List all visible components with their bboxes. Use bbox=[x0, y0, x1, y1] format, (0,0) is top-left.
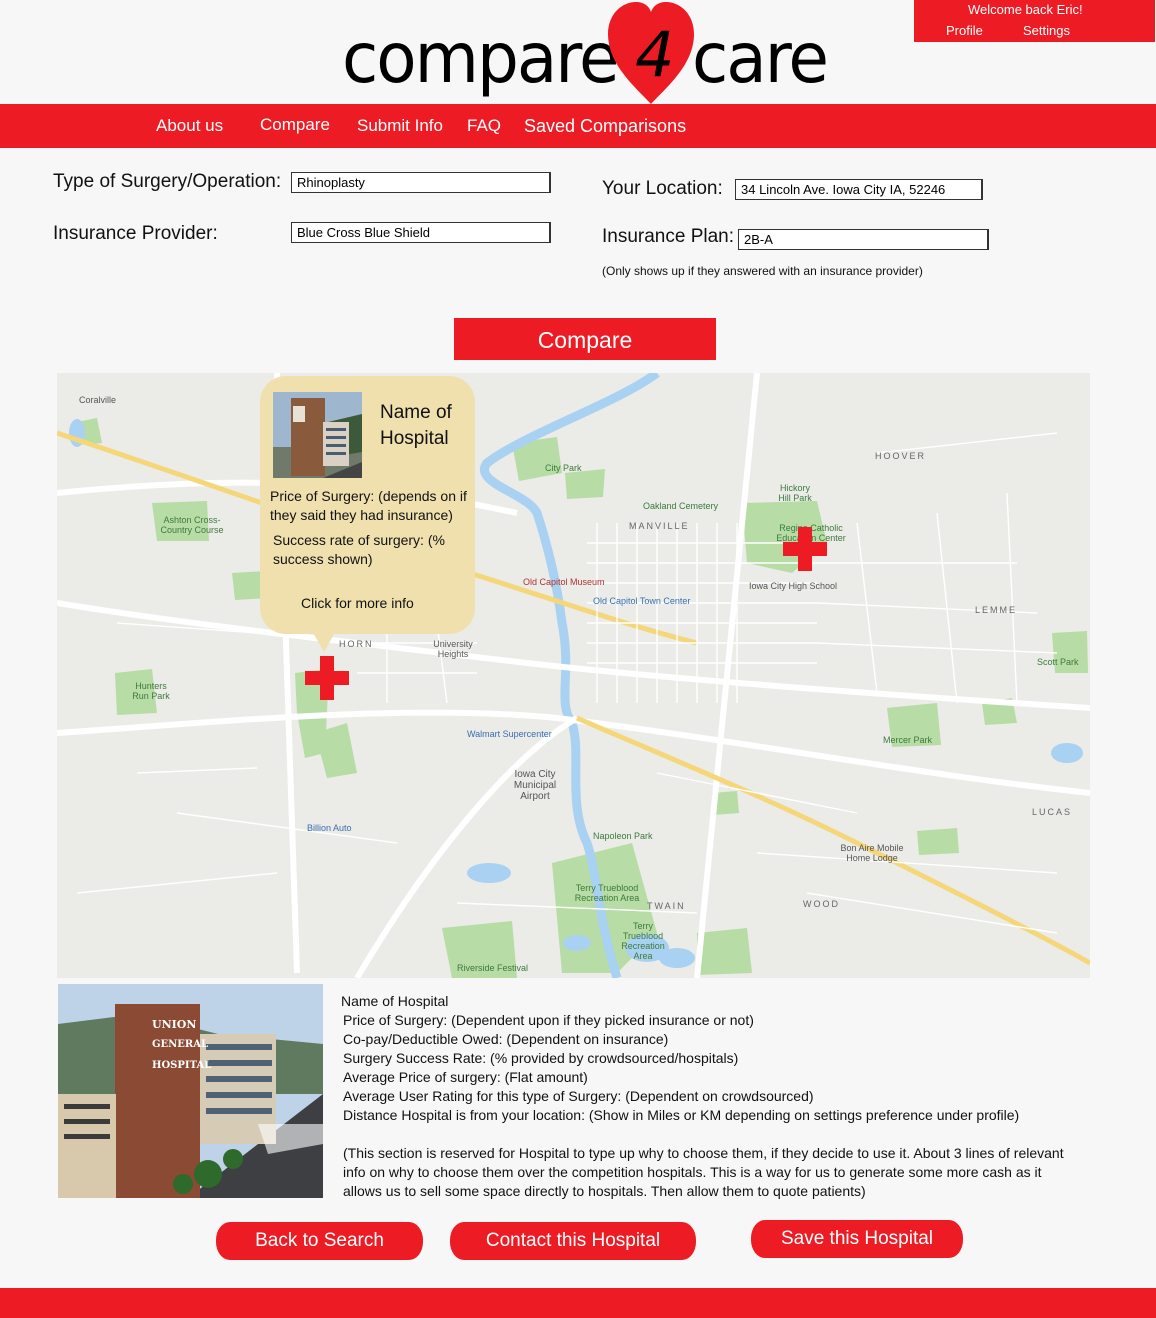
nav-compare[interactable]: Compare bbox=[260, 115, 330, 135]
details-average-rating: Average User Rating for this type of Sur… bbox=[343, 1088, 814, 1104]
map-label-twain: TWAIN bbox=[647, 901, 686, 911]
map-label-mercer-park: Mercer Park bbox=[883, 735, 933, 745]
contact-hospital-button[interactable]: Contact this Hospital bbox=[450, 1222, 696, 1260]
logo-word-care: care bbox=[692, 18, 829, 99]
map-label-billion-auto: Billion Auto bbox=[307, 823, 352, 833]
hospital-sign-line-2: GENERAL bbox=[152, 1039, 209, 1050]
hospital-sign-line-1: UNION bbox=[152, 1018, 197, 1031]
location-label: Your Location: bbox=[602, 178, 723, 199]
map-label-terry-trueblood: Terry Trueblood Recreation Area bbox=[574, 883, 640, 903]
logo-word-compare: compare bbox=[342, 18, 620, 99]
main-nav: About us Compare Submit Info FAQ Saved C… bbox=[0, 104, 1156, 148]
map-label-hunters-run: Hunters Run Park bbox=[132, 681, 170, 701]
map-label-horn: HORN bbox=[339, 639, 374, 649]
insurance-provider-label: Insurance Provider: bbox=[53, 223, 218, 244]
map-label-city-park: City Park bbox=[545, 463, 582, 473]
hospital-sign-line-3: HOSPITAL bbox=[152, 1060, 212, 1071]
details-success-rate: Surgery Success Rate: (% provided by cro… bbox=[343, 1050, 739, 1066]
surgery-input[interactable]: Rhinoplasty bbox=[291, 172, 551, 193]
map-label-manville: MANVILLE bbox=[629, 521, 690, 531]
details-hospital-blurb: (This section is reserved for Hospital t… bbox=[343, 1145, 1064, 1199]
details-hospital-name: Name of Hospital bbox=[341, 993, 449, 1009]
back-to-search-button[interactable]: Back to Search bbox=[216, 1222, 423, 1260]
details-copay: Co-pay/Deductible Owed: (Dependent on in… bbox=[343, 1031, 669, 1047]
insurance-plan-input[interactable]: 2B-A bbox=[738, 229, 989, 250]
settings-link[interactable]: Settings bbox=[1023, 23, 1070, 38]
popup-price: Price of Surgery: (depends on if they sa… bbox=[270, 488, 467, 523]
map-label-bon-aire: Bon Aire Mobile Home Lodge bbox=[840, 843, 904, 863]
nav-faq[interactable]: FAQ bbox=[467, 116, 501, 136]
insurance-plan-note: (Only shows up if they answered with an … bbox=[602, 264, 923, 278]
map-label-hoover: HOOVER bbox=[875, 451, 927, 461]
surgery-label: Type of Surgery/Operation: bbox=[53, 171, 282, 192]
map-label-terry-trueblood-2: Terry Trueblood Recreation Area bbox=[621, 921, 665, 961]
save-hospital-button[interactable]: Save this Hospital bbox=[751, 1220, 963, 1258]
map-label-wood: WOOD bbox=[803, 899, 840, 909]
site-logo[interactable]: compare 4 care bbox=[340, 0, 840, 106]
map-label-napoleon-park: Napoleon Park bbox=[593, 831, 653, 841]
insurance-plan-label: Insurance Plan: bbox=[602, 226, 735, 247]
popup-tail bbox=[308, 624, 340, 652]
details-average-price: Average Price of surgery: (Flat amount) bbox=[343, 1069, 588, 1085]
user-menu: Welcome back Eric! Profile Settings bbox=[914, 0, 1155, 42]
map-label-lemme: LEMME bbox=[975, 605, 1018, 615]
hospital-details: Name of Hospital Price of Surgery: (Depe… bbox=[341, 992, 1081, 1201]
hospital-marker-west[interactable] bbox=[305, 656, 349, 700]
hospital-popup[interactable]: Name of Hospital Price of Surgery: (depe… bbox=[260, 376, 475, 652]
popup-success-rate: Success rate of surgery: (% success show… bbox=[273, 532, 445, 567]
profile-link[interactable]: Profile bbox=[946, 23, 983, 38]
map-label-old-capitol-museum: Old Capitol Museum bbox=[523, 577, 605, 587]
popup-hospital-name: Name of Hospital bbox=[380, 402, 452, 449]
map-label-lucas: LUCAS bbox=[1032, 807, 1073, 817]
map-label-oakland-cemetery: Oakland Cemetery bbox=[643, 501, 719, 511]
map-label-hickory-hill: Hickory Hill Park bbox=[778, 483, 812, 503]
results-map[interactable]: Coralville City Park Oakland Cemetery MA… bbox=[57, 373, 1090, 978]
hospital-photo: UNION GENERAL HOSPITAL bbox=[58, 984, 323, 1198]
map-label-riverside: Riverside Festival bbox=[457, 963, 529, 973]
location-input[interactable]: 34 Lincoln Ave. Iowa City IA, 52246 bbox=[735, 179, 983, 200]
map-label-airport: Iowa City Municipal Airport bbox=[513, 769, 557, 802]
nav-saved-comparisons[interactable]: Saved Comparisons bbox=[524, 116, 686, 137]
hospital-marker-east[interactable] bbox=[783, 527, 827, 571]
hospital-thumbnail bbox=[273, 392, 362, 478]
details-distance: Distance Hospital is from your location:… bbox=[343, 1107, 1020, 1123]
map-label-scott-park: Scott Park bbox=[1037, 657, 1079, 667]
popup-more-info-link[interactable]: Click for more info bbox=[301, 594, 414, 613]
insurance-provider-input[interactable]: Blue Cross Blue Shield bbox=[291, 222, 551, 243]
nav-about-us[interactable]: About us bbox=[156, 116, 223, 136]
map-label-coralville: Coralville bbox=[79, 395, 117, 405]
logo-number: 4 bbox=[635, 18, 675, 91]
nav-submit-info[interactable]: Submit Info bbox=[357, 116, 443, 136]
map-label-cross-country: Ashton Cross-Country Course bbox=[160, 515, 224, 535]
welcome-message: Welcome back Eric! bbox=[968, 2, 1083, 17]
details-price: Price of Surgery: (Dependent upon if the… bbox=[343, 1012, 754, 1028]
footer-bar bbox=[0, 1288, 1156, 1318]
map-label-iowa-city-high: Iowa City High School bbox=[749, 581, 838, 591]
compare-button[interactable]: Compare bbox=[454, 318, 716, 360]
map-label-university-heights: University Heights bbox=[433, 639, 473, 659]
map-label-walmart: Walmart Supercenter bbox=[467, 729, 552, 739]
map-label-old-capitol-town-center: Old Capitol Town Center bbox=[593, 596, 691, 606]
